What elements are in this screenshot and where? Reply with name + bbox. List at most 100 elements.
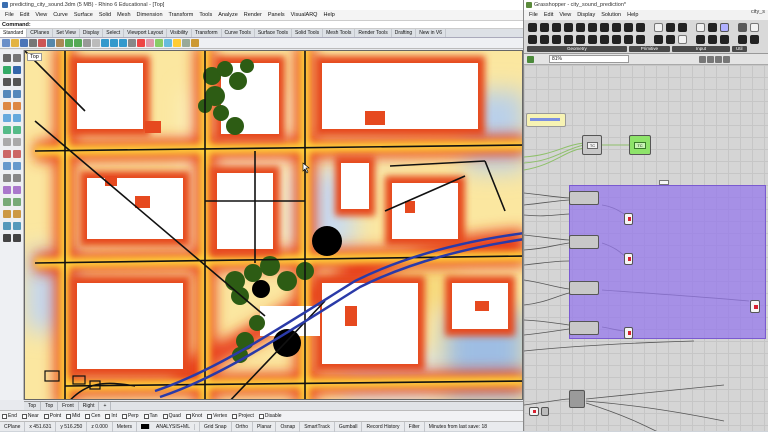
gh-component-icon[interactable] (600, 23, 609, 32)
gh-preview-mode-icon[interactable] (715, 55, 722, 63)
gh-panel[interactable] (526, 113, 566, 127)
gh-component-icon[interactable] (750, 35, 759, 44)
osnap-near[interactable]: Near (21, 413, 39, 419)
rectangle-icon[interactable] (3, 90, 11, 98)
undo-icon[interactable] (65, 39, 73, 47)
gh-small-param[interactable] (529, 407, 539, 416)
tab-curve-tools[interactable]: Curve Tools (222, 29, 255, 37)
view-tab-top-2[interactable]: Top (41, 402, 59, 410)
curve-icon[interactable] (13, 66, 21, 74)
osnap-knot[interactable]: Knot (185, 413, 202, 419)
menu-view[interactable]: View (32, 10, 50, 20)
status-gumball[interactable]: Gumball (335, 421, 363, 432)
gh-component-icon[interactable] (696, 35, 705, 44)
tab-transform[interactable]: Transform (192, 29, 222, 37)
osnap-quad[interactable]: Quad (162, 413, 181, 419)
gh-component-icon[interactable] (612, 35, 621, 44)
select-icon[interactable] (137, 39, 145, 47)
gh-cluster-component[interactable] (569, 390, 585, 408)
scale-icon[interactable] (13, 186, 21, 194)
status-record-history[interactable]: Record History (362, 421, 405, 432)
render-preview-icon[interactable] (13, 222, 21, 230)
gh-component-tc-selected[interactable]: TC (629, 135, 651, 155)
menu-dimension[interactable]: Dimension (134, 10, 166, 20)
gh-component-icon[interactable] (654, 23, 663, 32)
options-icon[interactable] (182, 39, 190, 47)
gh-component-icon[interactable] (552, 35, 561, 44)
status-units[interactable]: Meters (113, 421, 138, 432)
polygon-icon[interactable] (13, 90, 21, 98)
status-ortho[interactable]: Ortho (232, 421, 254, 432)
split-icon[interactable] (13, 150, 21, 158)
gh-model-component[interactable] (569, 191, 599, 205)
tab-select[interactable]: Select (103, 29, 125, 37)
move-icon[interactable] (3, 174, 11, 182)
box-icon[interactable] (3, 114, 11, 122)
menu-surface[interactable]: Surface (71, 10, 96, 20)
menu-render[interactable]: Render (241, 10, 265, 20)
explode-icon[interactable] (13, 162, 21, 170)
gh-preview-icon[interactable] (527, 55, 534, 63)
tab-mesh-tools[interactable]: Mesh Tools (323, 29, 356, 37)
command-line[interactable]: Command: (0, 20, 523, 29)
menu-analyze[interactable]: Analyze (215, 10, 241, 20)
gh-component-icon[interactable] (678, 35, 687, 44)
gh-component-icon[interactable] (552, 23, 561, 32)
dimension-icon[interactable] (3, 210, 11, 218)
tab-drafting[interactable]: Drafting (392, 29, 417, 37)
menu-solid[interactable]: Solid (96, 10, 114, 20)
save-icon[interactable] (20, 39, 28, 47)
gh-menu-file[interactable]: File (526, 10, 541, 20)
gh-small-param[interactable] (541, 407, 549, 416)
surface-icon[interactable] (3, 102, 11, 110)
print-icon[interactable] (29, 39, 37, 47)
rotate-icon[interactable] (3, 186, 11, 194)
gh-output-param[interactable] (624, 327, 633, 339)
extrude-icon[interactable] (13, 102, 21, 110)
gh-menu-edit[interactable]: Edit (541, 10, 556, 20)
copy-icon[interactable] (47, 39, 55, 47)
layer-icon[interactable] (155, 39, 163, 47)
tab-solid-tools[interactable]: Solid Tools (292, 29, 324, 37)
rotate-view-icon[interactable] (92, 39, 100, 47)
gh-component-icon[interactable] (540, 23, 549, 32)
tab-visibility[interactable]: Visibility (167, 29, 192, 37)
gh-component-icon[interactable] (678, 23, 687, 32)
gh-menu-display[interactable]: Display (574, 10, 598, 20)
gh-component-icon[interactable] (576, 23, 585, 32)
tab-new-in-v6[interactable]: New in V6 (416, 29, 447, 37)
tab-cplanes[interactable]: CPlanes (27, 29, 54, 37)
gh-document-tab[interactable]: city_s (751, 9, 765, 15)
viewport-label[interactable]: Top (27, 53, 42, 61)
gh-component-icon[interactable] (636, 35, 645, 44)
gh-component-icon[interactable] (750, 23, 759, 32)
menu-curve[interactable]: Curve (50, 10, 71, 20)
gh-category-input[interactable]: Input (672, 46, 731, 52)
redo-icon[interactable] (74, 39, 82, 47)
gh-component-icon[interactable] (720, 35, 729, 44)
tab-display[interactable]: Display (80, 29, 104, 37)
pan-icon[interactable] (83, 39, 91, 47)
zoom-icon[interactable] (101, 39, 109, 47)
tab-viewport-layout[interactable]: Viewport Layout (124, 29, 167, 37)
analyze-icon[interactable] (3, 222, 11, 230)
gh-output-param[interactable] (624, 213, 633, 225)
fillet-icon[interactable] (3, 138, 11, 146)
menu-mesh[interactable]: Mesh (114, 10, 133, 20)
circle-icon[interactable] (3, 78, 11, 86)
gh-group-ml-models[interactable] (569, 185, 766, 339)
gh-component-tc[interactable]: TC (582, 135, 602, 155)
gh-component-icon[interactable] (564, 35, 573, 44)
gh-model-component[interactable] (569, 235, 599, 249)
status-smarttrack[interactable]: SmartTrack (300, 421, 335, 432)
gh-component-icon[interactable] (636, 23, 645, 32)
view-tab-top-1[interactable]: Top (24, 402, 42, 410)
menu-panels[interactable]: Panels (265, 10, 288, 20)
arc-icon[interactable] (13, 78, 21, 86)
menu-tools[interactable]: Tools (196, 10, 215, 20)
gh-component-icon[interactable] (696, 23, 705, 32)
osnap-point[interactable]: Point (43, 413, 61, 419)
menu-transform[interactable]: Transform (166, 10, 197, 20)
tab-surface-tools[interactable]: Surface Tools (255, 29, 293, 37)
join-icon[interactable] (3, 162, 11, 170)
